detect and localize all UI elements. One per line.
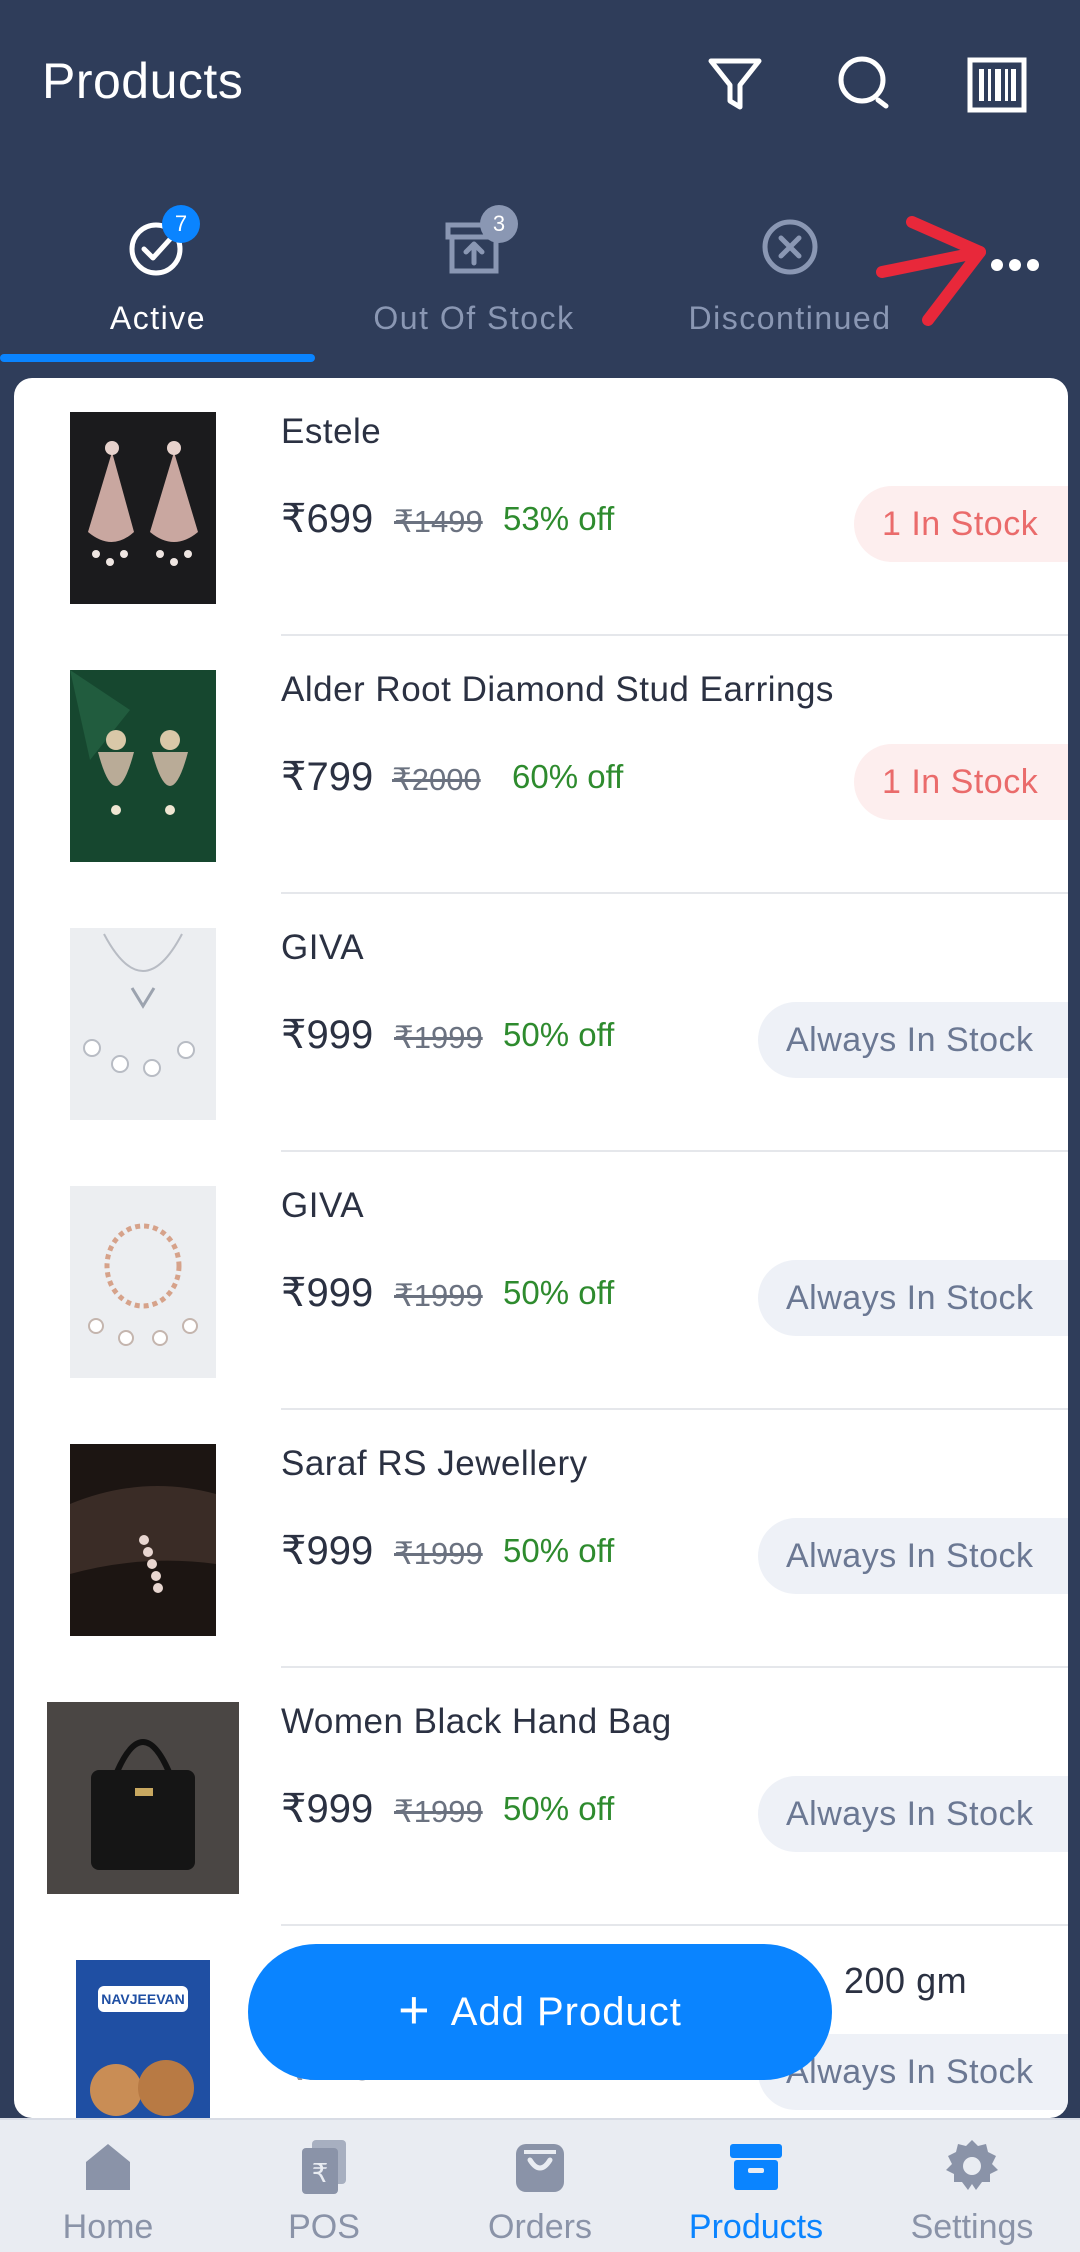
product-thumbnail xyxy=(47,1702,239,1894)
product-list: Estele ₹699 ₹1499 53% off 1 In Stock Ald… xyxy=(14,378,1068,2118)
add-product-label: Add Product xyxy=(450,1989,682,2034)
product-row[interactable]: Saraf RS Jewellery ₹999 ₹1999 50% off Al… xyxy=(14,1410,1068,1668)
product-thumbnail xyxy=(70,412,216,604)
nav-label: Home xyxy=(62,2208,154,2246)
nav-label: Settings xyxy=(910,2208,1034,2246)
product-mrp: ₹1999 xyxy=(394,1278,483,1313)
nav-orders[interactable]: Orders xyxy=(432,2120,648,2252)
product-row[interactable]: Women Black Hand Bag ₹999 ₹1999 50% off … xyxy=(14,1668,1068,1926)
tab-label: Out Of Stock xyxy=(373,300,575,336)
nav-settings[interactable]: Settings xyxy=(864,2120,1080,2252)
stock-badge: 1 In Stock xyxy=(854,486,1068,562)
product-row[interactable]: GIVA ₹999 ₹1999 50% off Always In Stock xyxy=(14,894,1068,1152)
discount-label: 50% off xyxy=(503,1532,615,1569)
active-tab-indicator xyxy=(0,354,315,362)
product-thumbnail xyxy=(70,1444,216,1636)
svg-text:₹: ₹ xyxy=(312,2159,329,2189)
filter-icon[interactable] xyxy=(700,50,770,120)
product-name: GIVA xyxy=(281,928,365,967)
discount-label: 53% off xyxy=(503,500,615,537)
product-price: ₹999 xyxy=(281,1787,374,1831)
product-mrp: ₹1999 xyxy=(394,1794,483,1829)
gear-icon xyxy=(942,2136,1002,2196)
nav-pos[interactable]: ₹ POS xyxy=(216,2120,432,2252)
app-header: Products 7 Active 3 Out Of Stock Discont… xyxy=(0,0,1080,362)
product-name: 200 gm xyxy=(844,1960,968,2001)
shopping-bag-icon xyxy=(510,2136,570,2196)
stock-badge: 1 In Stock xyxy=(854,744,1068,820)
product-price: ₹699 xyxy=(281,497,374,541)
nav-label: Products xyxy=(688,2208,824,2246)
product-thumbnail xyxy=(70,928,216,1120)
product-name: Saraf RS Jewellery xyxy=(281,1444,588,1483)
add-product-button[interactable]: + Add Product xyxy=(248,1944,832,2080)
product-row[interactable]: Alder Root Diamond Stud Earrings ₹799 ₹2… xyxy=(14,636,1068,894)
product-price: ₹799 xyxy=(281,755,374,799)
red-arrow-annotation xyxy=(876,216,986,326)
page-title: Products xyxy=(42,53,244,109)
product-name: GIVA xyxy=(281,1186,365,1225)
product-name: Estele xyxy=(281,412,382,451)
product-mrp: ₹1999 xyxy=(394,1020,483,1055)
x-circle-icon xyxy=(758,215,822,279)
tab-out-of-stock[interactable]: 3 Out Of Stock xyxy=(316,205,632,355)
tab-badge: 7 xyxy=(162,205,200,243)
discount-label: 50% off xyxy=(503,1274,615,1311)
product-price: ₹999 xyxy=(281,1013,374,1057)
products-box-icon xyxy=(726,2136,786,2196)
stock-badge: Always In Stock xyxy=(758,1002,1068,1078)
barcode-icon[interactable] xyxy=(962,50,1032,120)
product-mrp: ₹2000 xyxy=(392,762,481,797)
product-thumbnail xyxy=(70,670,216,862)
product-name: Alder Root Diamond Stud Earrings xyxy=(281,670,834,709)
discount-label: 50% off xyxy=(503,1016,615,1053)
nav-home[interactable]: Home xyxy=(0,2120,216,2252)
bottom-navigation: Home ₹ POS Orders Products Settings xyxy=(0,2118,1080,2252)
product-name: Women Black Hand Bag xyxy=(281,1702,672,1741)
discount-label: 60% off xyxy=(512,758,624,795)
home-icon xyxy=(78,2136,138,2196)
nav-products[interactable]: Products xyxy=(648,2120,864,2252)
product-row[interactable]: Estele ₹699 ₹1499 53% off 1 In Stock xyxy=(14,378,1068,636)
nav-label: Orders xyxy=(488,2208,592,2246)
nav-label: POS xyxy=(288,2208,360,2246)
tab-active[interactable]: 7 Active xyxy=(0,205,316,355)
product-thumbnail xyxy=(70,1186,216,1378)
tab-label: Active xyxy=(109,300,207,336)
stock-badge: Always In Stock xyxy=(758,1518,1068,1594)
stock-badge: Always In Stock xyxy=(758,1776,1068,1852)
tab-badge: 3 xyxy=(480,205,518,243)
product-price: ₹999 xyxy=(281,1529,374,1573)
product-mrp: ₹1499 xyxy=(394,504,483,539)
product-mrp: ₹1999 xyxy=(394,1536,483,1571)
plus-icon: + xyxy=(398,1980,431,2040)
discount-label: 50% off xyxy=(503,1790,615,1827)
stock-badge: Always In Stock xyxy=(758,1260,1068,1336)
pos-receipt-icon: ₹ xyxy=(294,2136,354,2196)
search-icon[interactable] xyxy=(832,50,902,120)
product-row[interactable]: GIVA ₹999 ₹1999 50% off Always In Stock xyxy=(14,1152,1068,1410)
product-thumbnail: NAVJEEVAN xyxy=(76,1960,210,2118)
product-price: ₹999 xyxy=(281,1271,374,1315)
more-options-icon[interactable] xyxy=(985,245,1045,285)
